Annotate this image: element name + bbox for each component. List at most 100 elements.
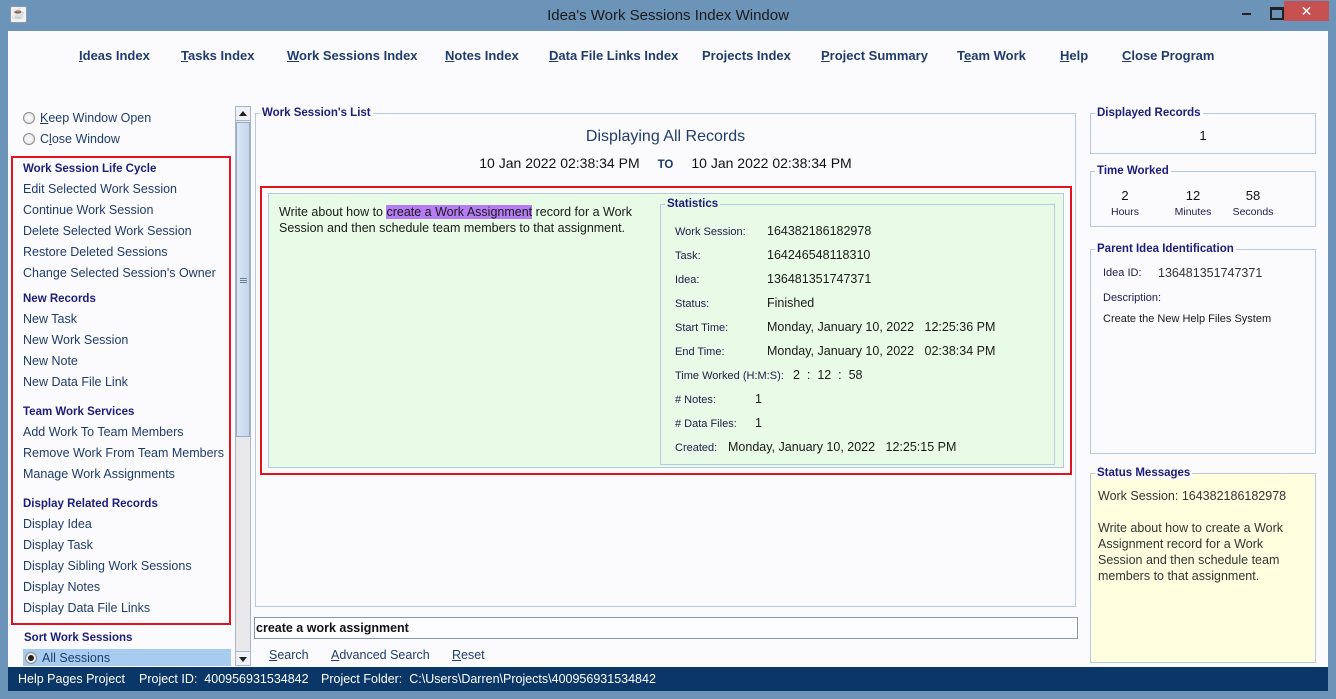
- window-client: Ideas Index Tasks Index Work Sessions In…: [8, 31, 1328, 691]
- stat-work-session: Work Session: 164382186182978: [675, 224, 872, 238]
- close-window-label: Close Window: [40, 132, 120, 146]
- sort-all-sessions-radio[interactable]: All Sessions: [23, 649, 231, 666]
- radio-button[interactable]: [23, 133, 35, 145]
- menu-work-sessions-index[interactable]: Work Sessions Index: [287, 48, 418, 63]
- to-label: TO: [657, 159, 674, 171]
- time-worked-group: Time Worked 2 Hours 12 Minutes 58 Second…: [1090, 165, 1316, 227]
- displayed-records-title: Displayed Records: [1095, 107, 1203, 119]
- menu-project-summary[interactable]: Project Summary: [821, 48, 928, 63]
- displayed-records-group: Displayed Records 1: [1090, 107, 1316, 154]
- stat-created: Created: Monday, January 10, 2022 12:25:1…: [675, 440, 957, 454]
- action-new-work-session[interactable]: New Work Session: [23, 333, 128, 347]
- date-from: 10 Jan 2022 02:38:34 PM: [479, 155, 640, 171]
- search-match-highlight: create a Work Assignment: [386, 205, 533, 219]
- action-remove-work-from-team-members[interactable]: Remove Work From Team Members: [23, 446, 224, 460]
- status-messages-title: Status Messages: [1095, 467, 1193, 479]
- window-title: Idea's Work Sessions Index Window: [547, 7, 789, 24]
- statistics-title: Statistics: [665, 198, 721, 210]
- description-label: Description:: [1103, 292, 1162, 304]
- sidebar-scrollbar[interactable]: [235, 106, 251, 666]
- section-display-related-records: Display Related Records: [23, 498, 158, 510]
- action-delete-selected-work-session[interactable]: Delete Selected Work Session: [23, 224, 192, 238]
- menu-tasks-index[interactable]: Tasks Index: [181, 48, 254, 63]
- action-display-idea[interactable]: Display Idea: [23, 517, 92, 531]
- displaying-heading: Displaying All Records: [585, 128, 746, 145]
- project-id: Project ID: 400956931534842: [139, 672, 309, 686]
- action-new-task[interactable]: New Task: [23, 312, 77, 326]
- reset-button[interactable]: Reset: [452, 648, 485, 662]
- work-session-record[interactable]: Write about how to create a Work Assignm…: [268, 193, 1064, 468]
- statistics-group: Statistics Work Session: 164382186182978 …: [660, 198, 1055, 465]
- search-input[interactable]: [254, 617, 1078, 639]
- menu-bar: Ideas Index Tasks Index Work Sessions In…: [8, 31, 1328, 81]
- menu-data-file-links-index[interactable]: Data File Links Index: [549, 48, 678, 63]
- action-change-session-owner[interactable]: Change Selected Session's Owner: [23, 266, 216, 280]
- advanced-search-button[interactable]: Advanced Search: [331, 648, 430, 662]
- menu-help[interactable]: Help: [1060, 48, 1088, 63]
- grip-icon: [240, 278, 247, 283]
- keep-window-open-radio[interactable]: Keep Window Open: [23, 111, 151, 125]
- menu-notes-index[interactable]: Notes Index: [445, 48, 519, 63]
- action-continue-work-session[interactable]: Continue Work Session: [23, 203, 153, 217]
- action-restore-deleted-sessions[interactable]: Restore Deleted Sessions: [23, 245, 168, 259]
- idea-description: Create the New Help Files System: [1103, 313, 1272, 325]
- minutes-label: Minutes: [1174, 206, 1212, 218]
- action-display-notes[interactable]: Display Notes: [23, 580, 100, 594]
- action-display-task[interactable]: Display Task: [23, 538, 93, 552]
- close-icon: ✕: [1300, 3, 1313, 19]
- parent-idea-group: Parent Idea Identification Idea ID: 1364…: [1090, 243, 1316, 454]
- action-display-sibling-work-sessions[interactable]: Display Sibling Work Sessions: [23, 559, 192, 573]
- status-messages-text: Work Session: 164382186182978 Write abou…: [1098, 489, 1287, 583]
- idea-id-label: Idea ID:: [1103, 267, 1142, 279]
- section-team-work-services: Team Work Services: [23, 406, 135, 418]
- search-button[interactable]: Search: [269, 648, 309, 662]
- menu-team-work[interactable]: Team Work: [957, 48, 1026, 63]
- stat-notes: # Notes: 1: [675, 392, 762, 406]
- keep-window-open-label: Keep Window Open: [40, 111, 152, 125]
- record-description: Write about how to create a Work Assignm…: [279, 205, 632, 235]
- record-highlight-box: Write about how to create a Work Assignm…: [260, 186, 1072, 475]
- stat-time-worked: Time Worked (H:M:S): 2 : 12 : 58: [675, 368, 863, 382]
- scroll-down-arrow-icon[interactable]: [236, 651, 250, 665]
- section-new-records: New Records: [23, 293, 96, 305]
- action-display-data-file-links[interactable]: Display Data File Links: [23, 601, 150, 615]
- radio-button-selected[interactable]: [25, 652, 37, 664]
- action-edit-selected-work-session[interactable]: Edit Selected Work Session: [23, 182, 177, 196]
- stat-idea: Idea: 136481351747371: [675, 272, 872, 286]
- stat-status: Status: Finished: [675, 296, 815, 310]
- time-worked-seconds: 58: [1245, 188, 1261, 203]
- date-to: 10 Jan 2022 02:38:34 PM: [691, 155, 852, 171]
- radio-button[interactable]: [23, 112, 35, 124]
- minimize-button[interactable]: [1237, 1, 1263, 21]
- action-new-data-file-link[interactable]: New Data File Link: [23, 375, 128, 389]
- stat-task: Task: 164246548118310: [675, 248, 871, 262]
- close-window-radio[interactable]: Close Window: [23, 132, 120, 146]
- action-manage-work-assignments[interactable]: Manage Work Assignments: [23, 467, 175, 481]
- menu-close-program[interactable]: Close Program: [1122, 48, 1214, 63]
- section-sort-work-sessions: Sort Work Sessions: [24, 632, 133, 644]
- title-bar: ☕ Idea's Work Sessions Index Window ✕: [0, 0, 1336, 31]
- menu-projects-index[interactable]: Projects Index: [702, 48, 791, 63]
- idea-id-value: 136481351747371: [1158, 266, 1263, 280]
- time-worked-minutes: 12: [1185, 188, 1201, 203]
- time-worked-title: Time Worked: [1095, 165, 1171, 177]
- scrollbar-thumb[interactable]: [236, 122, 250, 437]
- status-messages-group: Status Messages Work Session: 1643821861…: [1090, 467, 1316, 663]
- menu-ideas-index[interactable]: Ideas Index: [79, 48, 150, 63]
- action-add-work-to-team-members[interactable]: Add Work To Team Members: [23, 425, 183, 439]
- stat-start-time: Start Time: Monday, January 10, 2022 12:2…: [675, 320, 996, 334]
- close-window-button[interactable]: ✕: [1284, 1, 1329, 21]
- date-range: 10 Jan 2022 02:38:34 PM TO 10 Jan 2022 02:…: [255, 155, 1076, 171]
- sort-all-sessions-label: All Sessions: [42, 651, 111, 665]
- parent-idea-title: Parent Idea Identification: [1095, 243, 1236, 255]
- scroll-up-arrow-icon[interactable]: [236, 107, 250, 121]
- project-folder: Project Folder: C:\Users\Darren\Projects…: [321, 672, 656, 686]
- status-bar: Help Pages Project Project ID: 400956931…: [8, 667, 1328, 691]
- hours-label: Hours: [1110, 206, 1139, 218]
- stat-end-time: End Time: Monday, January 10, 2022 02:38:…: [675, 344, 996, 358]
- section-work-session-life-cycle: Work Session Life Cycle: [23, 163, 157, 175]
- displayed-records-count: 1: [1199, 128, 1207, 143]
- action-new-note[interactable]: New Note: [23, 354, 78, 368]
- project-name: Help Pages Project: [18, 672, 126, 686]
- seconds-label: Seconds: [1232, 206, 1274, 218]
